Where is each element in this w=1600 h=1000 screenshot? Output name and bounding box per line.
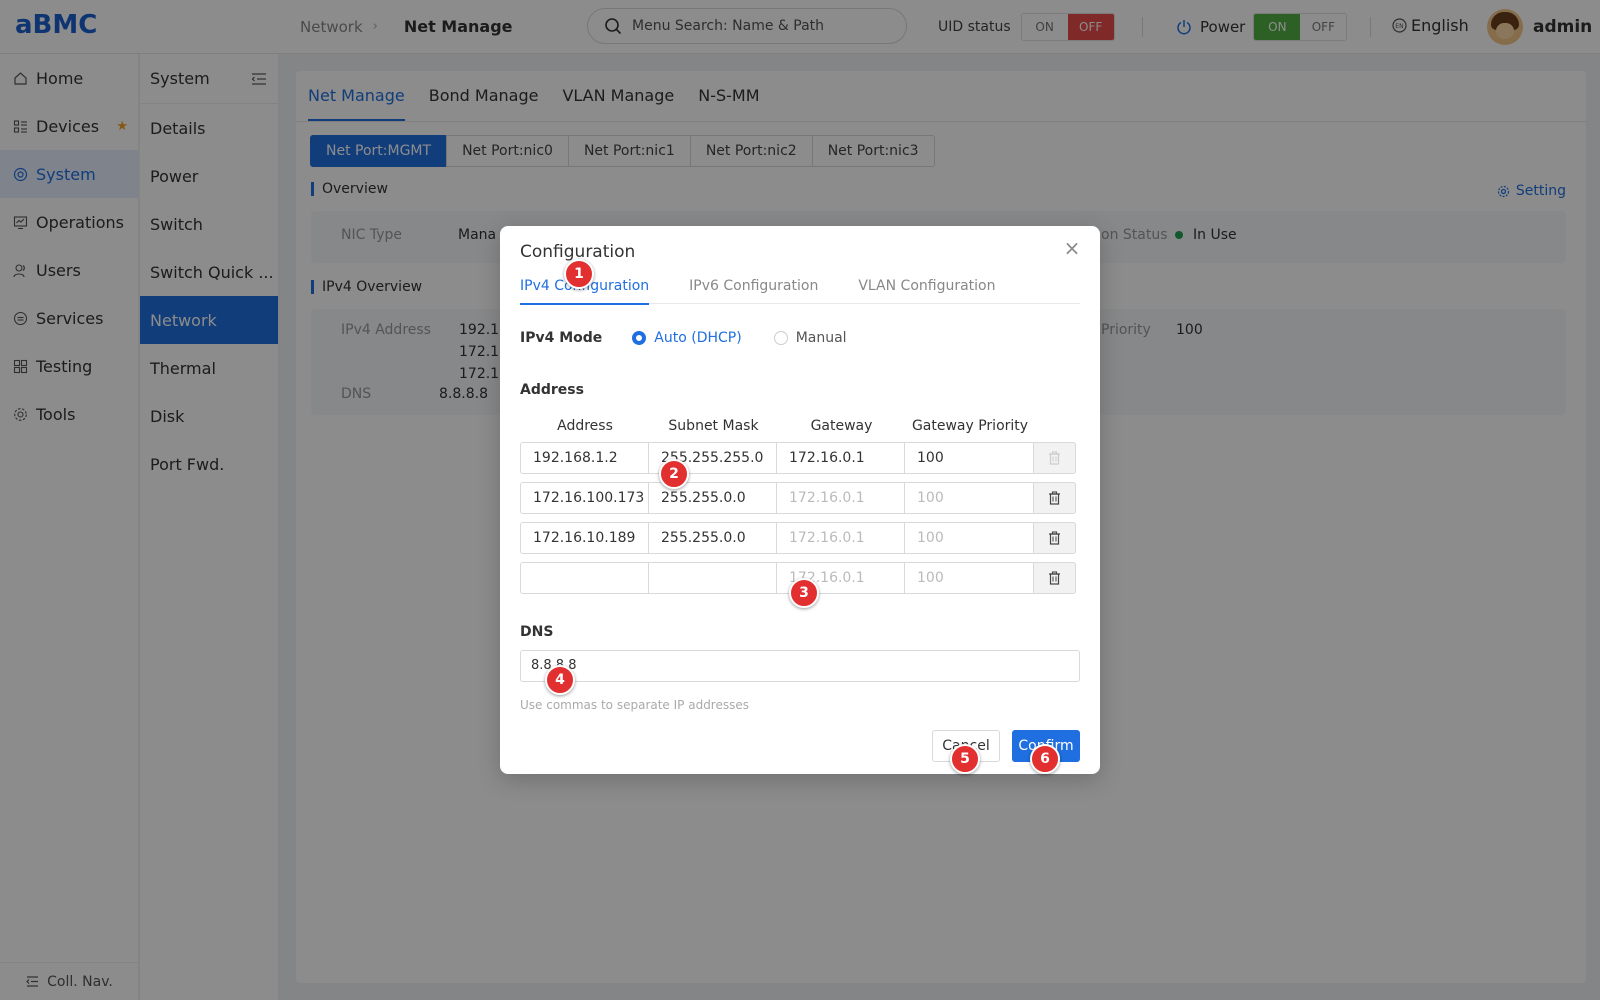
gateway-input[interactable]: 172.16.0.1	[776, 522, 905, 554]
address-row: 192.168.1.2 255.255.255.0 172.16.0.1 100	[520, 442, 1080, 474]
delete-row-button[interactable]	[1033, 522, 1076, 554]
gateway-priority-input[interactable]: 100	[904, 482, 1034, 514]
tab-ipv6-configuration[interactable]: IPv6 Configuration	[689, 268, 818, 304]
step-marker: 6	[1030, 744, 1060, 774]
radio-unchecked-icon[interactable]	[773, 331, 788, 345]
dialog-tabs: IPv4 Configuration IPv6 Configuration VL…	[520, 268, 1080, 305]
gateway-input[interactable]: 172.16.0.1	[776, 442, 905, 474]
column-header-subnet-mask: Subnet Mask	[668, 418, 759, 434]
radio-manual-label[interactable]: Manual	[796, 330, 847, 346]
configuration-dialog: Configuration × IPv4 Configuration IPv6 …	[500, 226, 1100, 774]
dns-input[interactable]: 8.8.8.8	[520, 650, 1080, 682]
step-marker: 4	[545, 665, 575, 695]
address-row: 172.16.100.173 255.255.0.0 172.16.0.1 10…	[520, 482, 1080, 514]
delete-row-button[interactable]	[1033, 442, 1076, 474]
subnet-mask-input[interactable]	[648, 562, 777, 594]
step-marker: 5	[950, 744, 980, 774]
address-input[interactable]	[520, 562, 649, 594]
step-marker: 3	[789, 578, 819, 608]
step-marker: 1	[564, 259, 594, 289]
gateway-priority-input[interactable]: 100	[904, 442, 1034, 474]
subnet-mask-input[interactable]: 255.255.0.0	[648, 522, 777, 554]
delete-row-button[interactable]	[1033, 482, 1076, 514]
radio-auto-label[interactable]: Auto (DHCP)	[654, 330, 741, 346]
dns-hint: Use commas to separate IP addresses	[520, 698, 749, 712]
radio-manual[interactable]: Manual	[773, 330, 847, 346]
ipv4-mode-label: IPv4 Mode	[520, 330, 603, 346]
gateway-priority-input[interactable]: 100	[904, 562, 1034, 594]
column-header-address: Address	[557, 418, 613, 434]
column-header-gateway: Gateway	[810, 418, 873, 434]
gateway-priority-input[interactable]: 100	[904, 522, 1034, 554]
delete-row-button[interactable]	[1033, 562, 1076, 594]
address-input[interactable]: 172.16.10.189	[520, 522, 649, 554]
trash-icon	[1049, 531, 1060, 545]
address-input[interactable]: 172.16.100.173	[520, 482, 649, 514]
gateway-input[interactable]: 172.16.0.1	[776, 482, 905, 514]
radio-auto-dhcp[interactable]: Auto (DHCP)	[632, 330, 742, 346]
close-icon[interactable]: ×	[1062, 238, 1082, 258]
radio-checked-icon[interactable]	[632, 331, 647, 345]
address-section-heading: Address	[520, 382, 584, 398]
trash-icon	[1049, 491, 1060, 505]
tab-vlan-configuration[interactable]: VLAN Configuration	[858, 268, 995, 304]
step-marker: 2	[659, 459, 689, 489]
address-input[interactable]: 192.168.1.2	[520, 442, 649, 474]
ipv4-mode-group: IPv4 Mode Auto (DHCP) Manual	[520, 330, 879, 346]
dns-section-heading: DNS	[520, 624, 554, 640]
trash-icon	[1049, 571, 1060, 585]
trash-icon	[1049, 451, 1060, 465]
address-row: 172.16.10.189 255.255.0.0 172.16.0.1 100	[520, 522, 1080, 554]
column-header-gateway-priority: Gateway Priority	[911, 418, 1029, 434]
